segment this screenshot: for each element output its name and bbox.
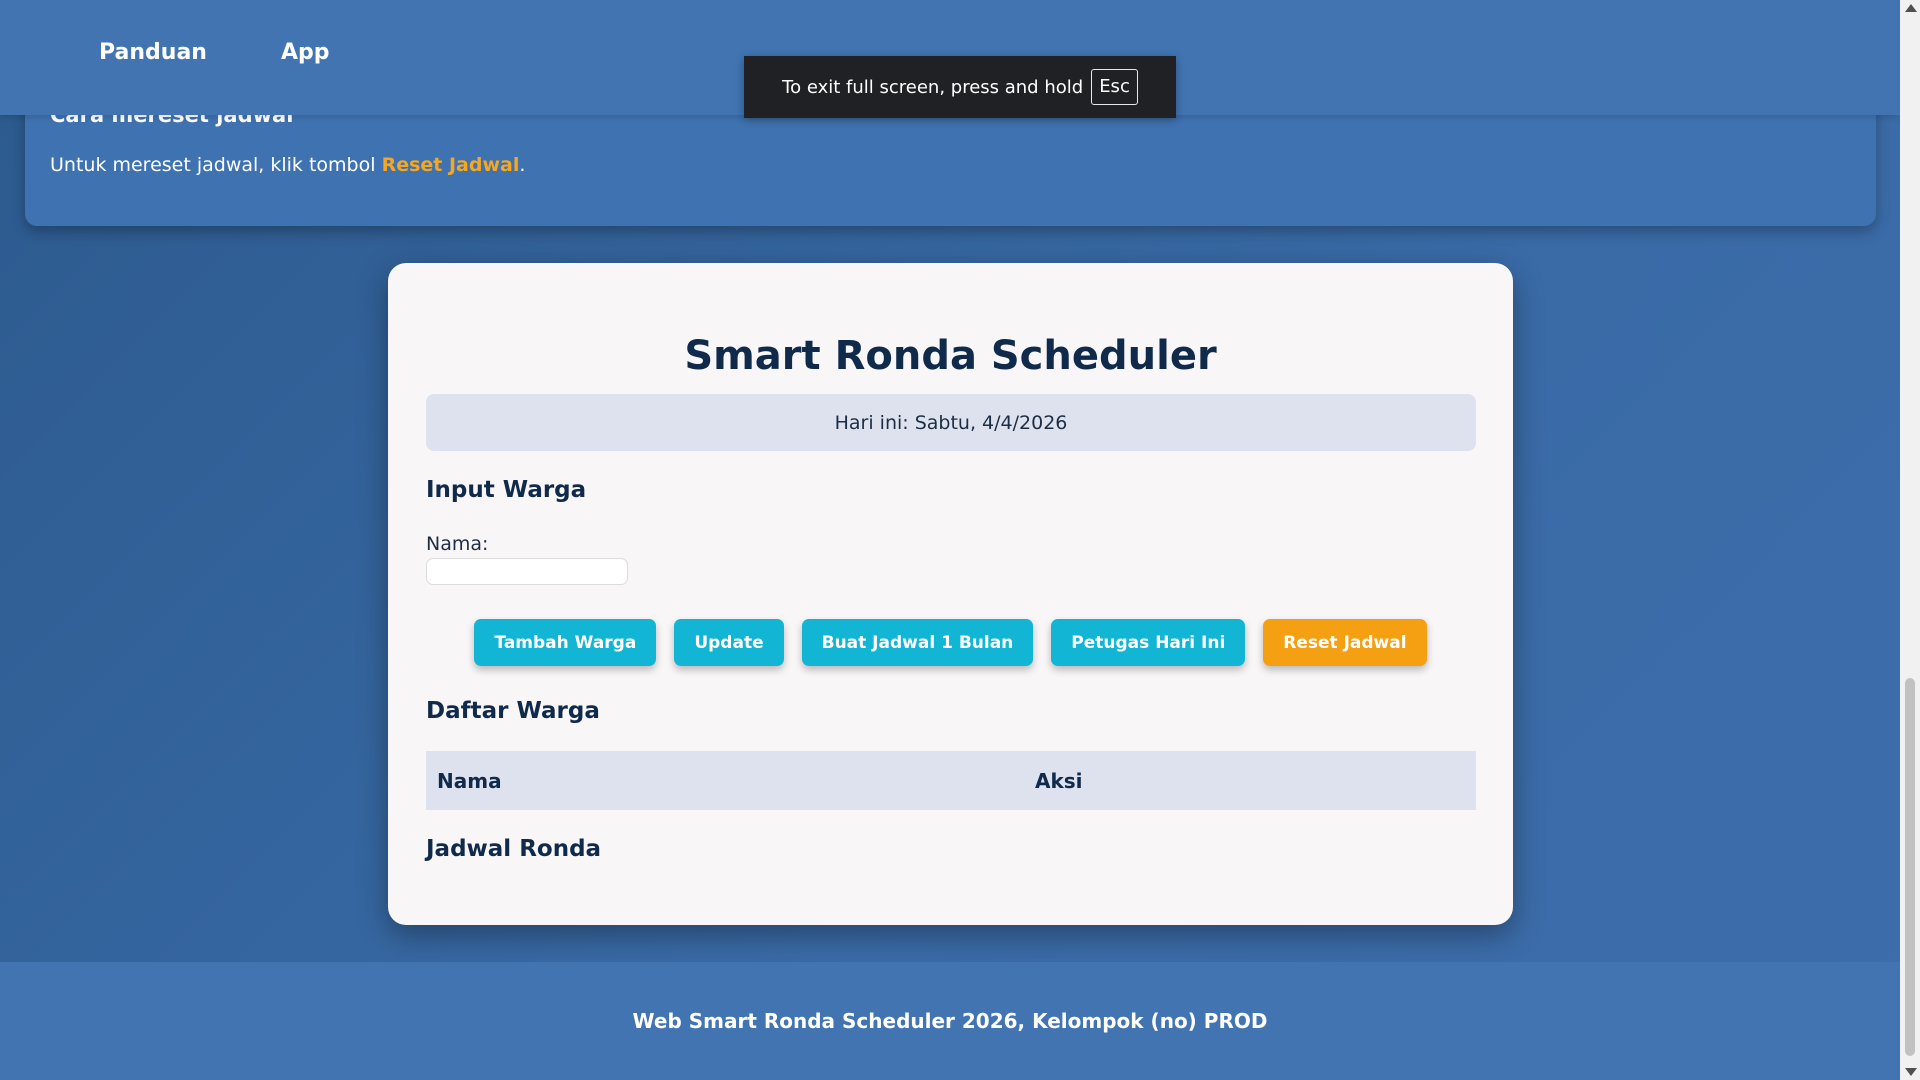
guide-text-before: Untuk mereset jadwal, klik tombol xyxy=(50,154,382,176)
scroll-up-arrow-icon[interactable] xyxy=(1905,4,1917,12)
today-officer-button[interactable]: Petugas Hari Ini xyxy=(1051,619,1246,666)
guide-highlight: Reset Jadwal xyxy=(381,154,520,176)
page-title: Smart Ronda Scheduler xyxy=(684,333,1217,379)
nav-link-panduan[interactable]: Panduan xyxy=(99,40,207,65)
scheduler-card: Smart Ronda Scheduler Hari ini: Sabtu, 4… xyxy=(388,263,1513,925)
today-date-text: Hari ini: Sabtu, 4/4/2026 xyxy=(834,411,1068,434)
guide-text-after: . xyxy=(519,154,526,176)
page-scrollbar[interactable] xyxy=(1900,0,1920,1080)
update-button[interactable]: Update xyxy=(674,619,784,666)
schedule-section-title: Jadwal Ronda xyxy=(426,836,602,862)
scroll-down-arrow-icon[interactable] xyxy=(1905,1068,1917,1076)
input-section-title: Input Warga xyxy=(426,477,587,503)
generate-schedule-button[interactable]: Buat Jadwal 1 Bulan xyxy=(801,619,1034,666)
guide-text: Untuk mereset jadwal, klik tombol Reset … xyxy=(50,154,525,176)
nav-link-app[interactable]: App xyxy=(281,40,330,65)
reset-schedule-button[interactable]: Reset Jadwal xyxy=(1263,619,1427,666)
column-header-nama: Nama xyxy=(437,768,502,793)
name-label: Nama: xyxy=(426,533,489,555)
action-buttons: Tambah Warga Update Buat Jadwal 1 Bulan … xyxy=(388,619,1513,666)
name-input[interactable] xyxy=(426,558,628,585)
footer-text: Web Smart Ronda Scheduler 2026, Kelompok… xyxy=(632,1009,1268,1033)
column-header-aksi: Aksi xyxy=(1035,768,1083,793)
scroll-thumb[interactable] xyxy=(1905,678,1915,1056)
resident-table-header: Nama Aksi xyxy=(426,751,1476,810)
footer: Web Smart Ronda Scheduler 2026, Kelompok… xyxy=(0,962,1900,1080)
fullscreen-toast-text: To exit full screen, press and hold xyxy=(782,76,1084,98)
add-resident-button[interactable]: Tambah Warga xyxy=(474,619,657,666)
fullscreen-exit-toast: To exit full screen, press and hold Esc xyxy=(744,56,1176,118)
resident-list-title: Daftar Warga xyxy=(426,698,600,724)
esc-key-badge: Esc xyxy=(1091,69,1138,105)
today-date-bar: Hari ini: Sabtu, 4/4/2026 xyxy=(426,394,1476,451)
